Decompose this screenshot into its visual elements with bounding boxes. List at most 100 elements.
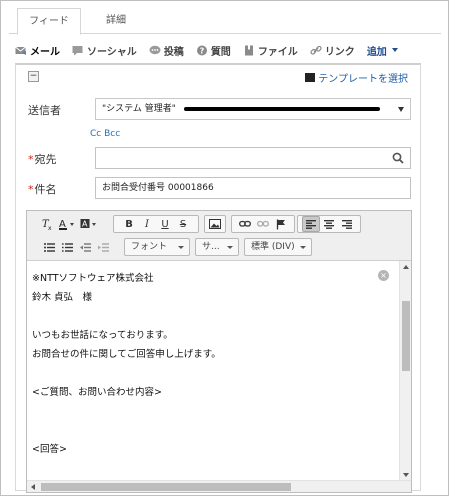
italic-icon[interactable]: I [138,216,156,232]
link-icon [310,45,322,56]
action-link[interactable]: リンク [310,43,355,58]
editor-toolbar: Tx A A B I U S フォント サ... 標準 (DIV) [27,211,411,261]
select-template-label: テンプレートを選択 [318,74,408,85]
unlink-icon[interactable] [254,216,272,232]
rich-text-editor: Tx A A B I U S フォント サ... 標準 (DIV) ※NTTソフ… [26,210,412,493]
social-icon [72,45,84,56]
body-line: いつもお世話になっております。 [32,330,173,341]
collapse-button[interactable]: − [28,71,39,82]
list-group [32,238,120,256]
chevron-down-icon [398,107,404,112]
font-family-value: フォント [131,242,168,252]
sender-select[interactable]: "システム 管理者" [95,98,411,120]
publisher-actions: メール ソーシャル 投稿 ? 質問 ファイル リンク 追加 [15,41,410,59]
body-line [32,364,399,383]
body-line: <ご質問、お問い合わせ内容> [32,387,162,398]
chevron-down-icon [178,246,184,249]
svg-text:A: A [82,220,88,229]
subject-value: お問合受付番号 00001866 [102,183,214,193]
feed-frame: フィード 詳細 メール ソーシャル 投稿 ? 質問 ファイル リンク 追加 − … [0,0,449,496]
flag-icon[interactable] [272,216,290,232]
align-right-icon[interactable] [338,216,356,232]
font-size-value: サ... [202,242,220,252]
horizontal-scroll-thumb[interactable] [41,483,291,491]
action-mail-label: メール [30,46,60,58]
chevron-down-icon [227,246,233,249]
action-question-label: 質問 [210,46,231,58]
numbered-list-icon[interactable] [58,239,76,255]
subject-label-text: 件名 [34,183,57,196]
select-template-link[interactable]: テンプレートを選択 [305,70,408,85]
action-mail[interactable]: メール [15,43,60,58]
vertical-scrollbar[interactable] [399,261,411,481]
font-family-select[interactable]: フォント [124,238,190,256]
bold-icon[interactable]: B [120,216,138,232]
chevron-down-icon [300,246,306,249]
body-line: お問合せの件に関してご回答申し上げます。 [32,349,221,360]
text-color-icon[interactable]: A [56,216,78,232]
indent-icon[interactable] [94,239,112,255]
svg-text:x: x [48,225,52,230]
editor-body[interactable]: ※NTTソフトウェア株式会社 鈴木 貞弘 様 いつもお世話になっております。 お… [27,261,399,481]
font-size-select[interactable]: サ... [195,238,239,256]
tab-bar: フィード 詳細 [9,8,441,35]
tab-feed[interactable]: フィード [17,8,81,35]
action-more[interactable]: 追加 [367,43,398,58]
remove-format-icon[interactable]: Tx [38,216,56,232]
image-icon [209,219,221,229]
link-group [231,215,295,233]
strikethrough-icon[interactable]: S [174,216,192,232]
template-icon [305,73,316,82]
to-label-text: 宛先 [34,153,57,166]
sender-value: "システム 管理者" [102,104,176,114]
horizontal-scrollbar[interactable] [27,480,411,492]
action-social[interactable]: ソーシャル [72,43,137,58]
action-social-label: ソーシャル [87,46,137,58]
body-line [32,421,399,440]
image-button[interactable] [204,215,226,233]
question-icon: ? [196,45,208,56]
subject-label: *件名 [28,181,57,197]
align-center-icon[interactable] [320,216,338,232]
bius-group: B I U S [113,215,199,233]
action-link-label: リンク [324,46,355,58]
action-file[interactable]: ファイル [243,43,298,58]
format-value: 標準 (DIV) [251,242,295,252]
cc-bcc-link[interactable]: Cc Bcc [90,129,120,139]
to-label: *宛先 [28,151,57,167]
underline-icon[interactable]: U [156,216,174,232]
action-question[interactable]: ? 質問 [196,43,231,58]
chevron-down-icon [391,48,398,52]
text-format-group: Tx A A [32,215,106,233]
mail-icon [15,45,27,56]
tab-details[interactable]: 詳細 [91,8,141,34]
outdent-icon[interactable] [76,239,94,255]
to-input[interactable] [95,147,411,169]
scroll-up-icon[interactable] [403,265,409,269]
action-more-label: 追加 [366,46,387,58]
action-file-label: ファイル [257,46,298,58]
background-color-icon[interactable]: A [78,216,100,232]
bulleted-list-icon[interactable] [40,239,58,255]
body-line [32,402,399,421]
link-icon[interactable] [236,216,254,232]
align-group [297,215,361,233]
body-line [32,307,399,326]
body-line: <回答> [32,444,67,455]
required-mark: * [28,153,34,166]
sender-label: 送信者 [28,104,61,117]
svg-text:?: ? [199,46,204,55]
scroll-down-icon[interactable] [403,473,409,477]
publisher-panel: − テンプレートを選択 送信者 "システム 管理者" Cc Bcc *宛先 *件… [15,63,421,493]
align-left-icon[interactable] [302,216,320,232]
search-icon[interactable] [392,152,404,164]
action-post[interactable]: 投稿 [149,43,184,58]
action-post-label: 投稿 [163,46,184,58]
scroll-left-icon[interactable] [31,484,35,490]
body-line: 鈴木 貞弘 様 [32,292,93,303]
subject-input[interactable]: お問合受付番号 00001866 [95,177,411,199]
format-select[interactable]: 標準 (DIV) [244,238,312,256]
body-line: ※NTTソフトウェア株式会社 [32,273,154,284]
clear-icon[interactable]: × [378,270,389,281]
vertical-scroll-thumb[interactable] [402,301,410,371]
